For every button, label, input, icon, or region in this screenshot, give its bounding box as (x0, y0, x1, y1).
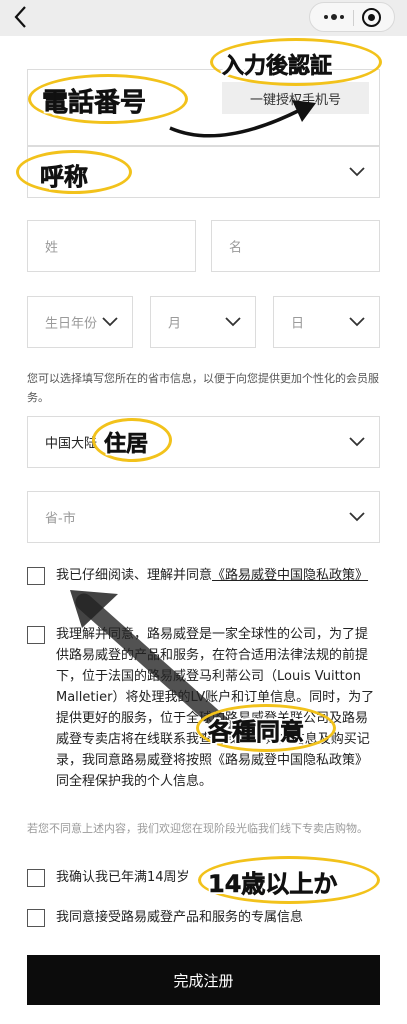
country-value: 中国大陆 (45, 436, 98, 452)
birth-month-select[interactable]: 月 (150, 296, 256, 348)
annotation-age: 14歳以上か (208, 870, 338, 899)
birth-month-placeholder: 月 (168, 316, 182, 332)
annotation-phone: 電話番号 (42, 88, 147, 119)
chevron-down-icon (349, 512, 365, 522)
age-consent-checkbox[interactable] (27, 869, 45, 887)
chevron-down-icon (349, 317, 365, 327)
chevron-down-icon (225, 317, 241, 327)
given-name-placeholder: 名 (229, 240, 243, 256)
top-bar (0, 0, 407, 36)
data-transfer-consent-text: 我理解并同意，路易威登是一家全球性的公司，为了提供路易威登的产品和服务，在符合适… (56, 627, 375, 789)
annotation-residence: 住居 (104, 432, 149, 458)
mini-program-capsule (309, 2, 395, 32)
privacy-consent-text: 我已仔细阅读、理解并同意《路易威登中国隐私政策》 (56, 565, 374, 586)
chevron-down-icon (349, 437, 365, 447)
birth-year-select[interactable]: 生日年份 (27, 296, 133, 348)
more-dots-icon[interactable] (316, 3, 352, 31)
province-city-select[interactable]: 省-市 (27, 491, 380, 543)
submit-button[interactable]: 完成注册 (27, 955, 380, 1005)
annotation-salutation: 呼称 (40, 163, 89, 192)
annotation-auth: 入力後認証 (222, 54, 333, 80)
data-transfer-consent-checkbox[interactable] (27, 626, 45, 644)
surname-placeholder: 姓 (45, 240, 59, 256)
privacy-consent-label: 我已仔细阅读、理解并同意 (56, 568, 213, 583)
birth-year-placeholder: 生日年份 (45, 316, 98, 332)
birth-day-select[interactable]: 日 (273, 296, 380, 348)
chevron-down-icon (102, 317, 118, 327)
back-arrow-icon[interactable] (10, 4, 34, 30)
privacy-consent-checkbox[interactable] (27, 567, 45, 585)
region-hint: 您可以选择填写您所在的省市信息，以便于向您提供更加个性化的会员服务。 (27, 372, 379, 404)
capsule-divider (353, 10, 354, 26)
chevron-down-icon (349, 167, 365, 177)
privacy-policy-link[interactable]: 《路易威登中国隐私政策》 (212, 568, 368, 583)
surname-input[interactable]: 姓 (27, 220, 196, 272)
decline-hint: 若您不同意上述内容，我们欢迎您在现阶段光临我们线下专卖店购物。 (27, 822, 368, 835)
annotation-consents: 各種同意 (208, 718, 305, 747)
phone-auth-button[interactable]: 一键授权手机号 (222, 82, 369, 114)
country-select[interactable]: 中国大陆 (27, 416, 380, 468)
marketing-consent-checkbox[interactable] (27, 909, 45, 927)
marketing-consent-text: 我同意接受路易威登产品和服务的专属信息 (56, 910, 304, 925)
given-name-input[interactable]: 名 (211, 220, 380, 272)
close-circle-icon[interactable] (362, 8, 381, 27)
province-city-placeholder: 省-市 (45, 511, 76, 527)
birth-day-placeholder: 日 (291, 316, 305, 332)
